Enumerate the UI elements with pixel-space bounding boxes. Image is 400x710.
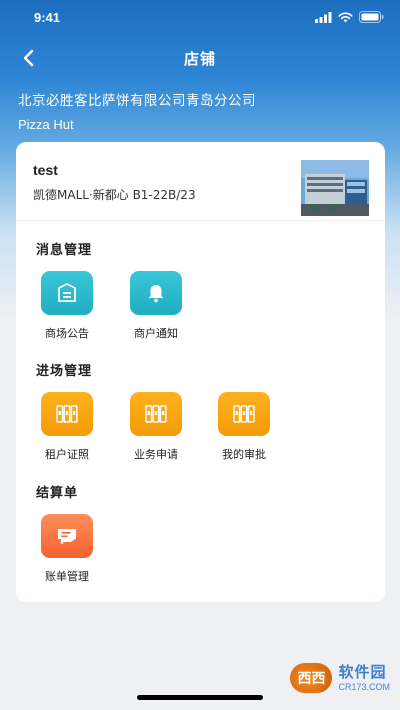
shop-location: 凯德MALL·新都心 B1-22B/23 <box>33 188 196 202</box>
status-bar: 9:41 <box>0 0 400 36</box>
tile-label: 账单管理 <box>45 570 89 583</box>
tile-label: 租户证照 <box>45 448 89 461</box>
receipt-icon <box>58 529 76 544</box>
announcement-icon <box>58 283 76 302</box>
wifi-icon <box>338 12 353 22</box>
tile-label: 我的审批 <box>222 448 266 461</box>
bell-icon <box>148 285 164 303</box>
watermark: 西西 软件园 CR173.COM <box>290 660 390 696</box>
tile-business-application[interactable]: 业务申请 <box>121 392 191 462</box>
nav-bar: 店铺 <box>0 42 400 74</box>
battery-icon <box>359 11 384 23</box>
tile-label: 商场公告 <box>45 327 89 340</box>
signal-icon <box>315 11 332 23</box>
section-title-settlement: 结算单 <box>36 486 79 501</box>
binders-icon <box>56 405 78 423</box>
tile-tenant-license[interactable]: 租户证照 <box>32 392 102 462</box>
watermark-logo: 西西 <box>290 663 333 693</box>
brand-name: Pizza Hut <box>18 117 74 132</box>
page-title: 店铺 <box>183 50 216 68</box>
tile-label: 商户通知 <box>134 327 178 340</box>
shop-title: test <box>33 162 58 178</box>
shop-header[interactable]: test 凯德MALL·新都心 B1-22B/23 <box>16 142 385 221</box>
tile-bill-management[interactable]: 账单管理 <box>32 514 102 584</box>
tile-my-approvals[interactable]: 我的审批 <box>209 392 279 462</box>
tile-mall-announcement[interactable]: 商场公告 <box>32 271 102 341</box>
home-indicator <box>137 695 263 700</box>
binders-icon <box>233 405 255 423</box>
watermark-url: CR173.COM <box>338 681 390 692</box>
tile-merchant-notice[interactable]: 商户通知 <box>121 271 191 341</box>
tile-label: 业务申请 <box>134 448 178 461</box>
section-title-messages: 消息管理 <box>36 243 93 258</box>
status-icons <box>315 11 384 23</box>
company-name: 北京必胜客比萨饼有限公司青岛分公司 <box>18 93 256 109</box>
section-title-onboarding: 进场管理 <box>36 364 93 379</box>
binders-icon <box>145 405 167 423</box>
store-card: test 凯德MALL·新都心 B1-22B/23 消息管理 商场公告 商户通知… <box>16 142 385 602</box>
watermark-text: 软件园 <box>338 662 387 681</box>
status-time: 9:41 <box>34 10 61 25</box>
shop-thumbnail <box>301 160 369 216</box>
